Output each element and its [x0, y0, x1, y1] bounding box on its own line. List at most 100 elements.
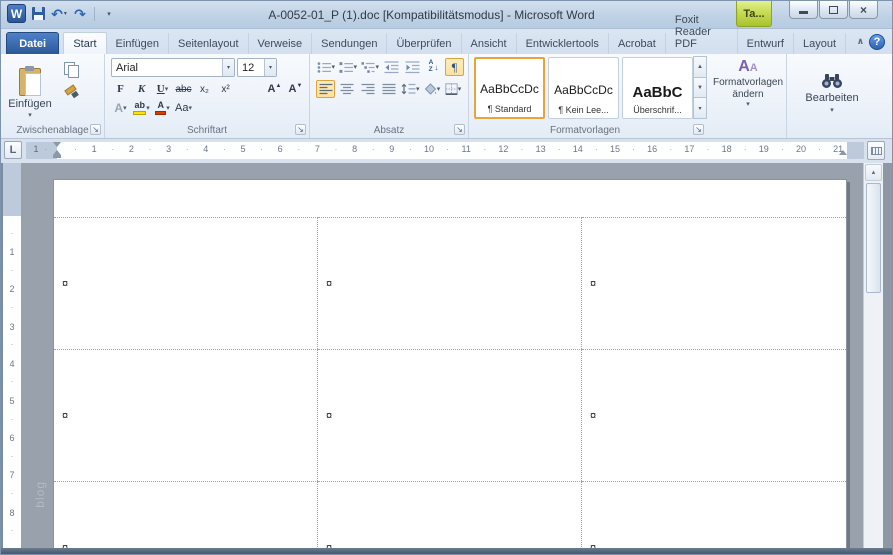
tab-ansicht[interactable]: Ansicht [462, 33, 517, 54]
change-styles-button[interactable]: AA Formatvorlagen ändern ▾ [713, 56, 783, 130]
font-name-combobox[interactable]: Arial ▾ [111, 58, 235, 77]
underline-button[interactable]: U ▾ [153, 80, 172, 98]
copy-button[interactable] [59, 59, 83, 79]
table-cell-r3c2[interactable]: ¤ [318, 481, 582, 548]
titlebar[interactable]: W ↶ ▾ ↷ ▾ A-0052-01_P (1).doc [Kompatibi… [1, 1, 892, 29]
help-button[interactable]: ? [869, 34, 885, 50]
table-cell-r1c3[interactable]: ¤ [582, 217, 846, 349]
paste-button[interactable]: Einfügen ▾ [6, 57, 54, 129]
table-cell-r1c2[interactable]: ¤ [318, 217, 582, 349]
line-spacing-dropdown-icon[interactable]: ▾ [416, 86, 420, 93]
font-color-dropdown-icon[interactable]: ▾ [166, 105, 170, 112]
multilevel-dropdown-icon[interactable]: ▾ [375, 64, 379, 71]
borders-dropdown-icon[interactable]: ▾ [458, 86, 462, 93]
tab-seitenlayout[interactable]: Seitenlayout [169, 33, 249, 54]
font-size-dropdown-icon[interactable]: ▾ [264, 59, 276, 76]
bullets-dropdown-icon[interactable]: ▾ [331, 64, 335, 71]
undo-button[interactable]: ↶ ▾ [50, 5, 68, 23]
vertical-scrollbar[interactable]: ▲ [863, 163, 883, 548]
format-painter-button[interactable] [59, 82, 83, 102]
increase-indent-button[interactable] [403, 58, 422, 76]
first-line-indent-marker[interactable] [53, 142, 61, 147]
text-effects-dropdown-icon[interactable]: ▾ [123, 105, 127, 112]
styles-scroll-down-button[interactable]: ▼ [693, 76, 707, 99]
tab-datei[interactable]: Datei [6, 32, 60, 54]
show-paragraph-marks-button[interactable]: ¶ [445, 58, 464, 76]
tab-entwurf[interactable]: Entwurf [738, 33, 794, 54]
change-case-button[interactable]: Aa ▾ [174, 99, 193, 117]
font-color-button[interactable]: A ▾ [153, 99, 172, 117]
decrease-indent-button[interactable] [382, 58, 401, 76]
change-case-dropdown-icon[interactable]: ▾ [188, 105, 192, 112]
table-cell-r1c1[interactable]: ¤ [54, 217, 318, 349]
styles-gallery-more-button[interactable]: ▾ [693, 97, 707, 120]
tab-entwicklertools[interactable]: Entwicklertools [517, 33, 609, 54]
redo-button[interactable]: ↷ [71, 5, 89, 23]
bullets-button[interactable]: ▾ [316, 58, 336, 76]
word-logo-icon[interactable]: W [7, 4, 26, 23]
table-cell-r3c1[interactable]: ¤ [54, 481, 318, 548]
table-cell-r3c3[interactable]: ¤ [582, 481, 846, 548]
customize-qat-button[interactable]: ▾ [100, 5, 118, 23]
align-right-button[interactable] [358, 80, 377, 98]
bold-button[interactable]: F [111, 80, 130, 98]
table-cell-r2c1[interactable]: ¤ [54, 349, 318, 481]
undo-dropdown-icon[interactable]: ▾ [64, 10, 67, 17]
underline-dropdown-icon[interactable]: ▾ [165, 86, 169, 93]
document-page[interactable]: ¤ ¤ ¤ ¤ ¤ ¤ ¤ ¤ ¤ [53, 179, 847, 548]
shading-button[interactable]: ▾ [423, 80, 442, 98]
save-button[interactable] [29, 5, 47, 23]
tab-foxit-reader-pdf[interactable]: Foxit Reader PDF [666, 9, 738, 54]
highlight-dropdown-icon[interactable]: ▾ [146, 105, 150, 112]
shading-dropdown-icon[interactable]: ▾ [437, 86, 441, 93]
multilevel-list-button[interactable]: ▾ [360, 58, 380, 76]
close-button[interactable]: × [849, 1, 878, 19]
collapse-ribbon-button[interactable]: ∧ [857, 36, 864, 47]
maximize-button[interactable] [819, 1, 848, 19]
minimize-button[interactable] [789, 1, 818, 19]
strikethrough-button[interactable]: abc [174, 80, 193, 98]
numbering-dropdown-icon[interactable]: ▾ [353, 64, 357, 71]
scrollbar-thumb[interactable] [866, 183, 881, 293]
scroll-up-button[interactable]: ▲ [865, 164, 882, 181]
clipboard-dialog-launcher[interactable]: ↘ [90, 124, 101, 135]
tab-acrobat[interactable]: Acrobat [609, 33, 666, 54]
tab-stop-selector[interactable]: L [4, 141, 22, 159]
tab-start[interactable]: Start [63, 32, 107, 54]
subscript-button[interactable]: x₂ [195, 80, 214, 98]
justify-button[interactable] [379, 80, 398, 98]
styles-dialog-launcher[interactable]: ↘ [693, 124, 704, 135]
styles-scroll-up-button[interactable]: ▲ [693, 56, 707, 78]
table-cell-r2c3[interactable]: ¤ [582, 349, 846, 481]
italic-button[interactable]: K [132, 80, 151, 98]
font-name-dropdown-icon[interactable]: ▾ [222, 59, 234, 76]
grow-font-button[interactable]: A ▲ [265, 80, 284, 98]
tab-sendungen[interactable]: Sendungen [312, 33, 388, 54]
highlight-color-button[interactable]: ab ▾ [132, 99, 151, 117]
paragraph-dialog-launcher[interactable]: ↘ [454, 124, 465, 135]
horizontal-ruler[interactable]: 1 1 2 3 4 5 6 7 8 9 10 11 12 13 14 15 16 17 18 19 20 21 · · · · · ·… [26, 142, 864, 159]
table-cell-r2c2[interactable]: ¤ [318, 349, 582, 481]
numbering-button[interactable]: ▾ [338, 58, 358, 76]
superscript-button[interactable]: x² [216, 80, 235, 98]
sort-button[interactable]: AZ ↓ [424, 58, 443, 76]
style-card-standard[interactable]: AaBbCcDc ¶ Standard [474, 57, 545, 119]
table-tools-contextual-header[interactable]: Ta... [736, 1, 772, 27]
style-card-kein-lee[interactable]: AaBbCcDc ¶ Kein Lee... [548, 57, 619, 119]
shrink-font-button[interactable]: A ▼ [286, 80, 305, 98]
view-ruler-toggle-button[interactable] [867, 141, 885, 160]
style-card-berschrif[interactable]: AaBbC Überschrif... [622, 57, 693, 119]
line-spacing-button[interactable]: ▾ [400, 80, 421, 98]
align-left-button[interactable] [316, 80, 335, 98]
font-size-combobox[interactable]: 12 ▾ [237, 58, 277, 77]
editing-menu-button[interactable]: Bearbeiten ▾ [795, 58, 869, 128]
change-styles-dropdown-icon[interactable]: ▾ [746, 101, 750, 108]
tab-einf-gen[interactable]: Einfügen [107, 33, 169, 54]
left-indent-marker[interactable] [53, 155, 61, 158]
font-dialog-launcher[interactable]: ↘ [295, 124, 306, 135]
vertical-ruler[interactable]: 1 2 3 4 5 6 7 8 · · · · · · · · · [3, 163, 21, 548]
align-center-button[interactable] [337, 80, 356, 98]
borders-button[interactable]: ▾ [444, 80, 463, 98]
paste-dropdown-icon[interactable]: ▾ [28, 112, 32, 119]
tab-layout[interactable]: Layout [794, 33, 846, 54]
